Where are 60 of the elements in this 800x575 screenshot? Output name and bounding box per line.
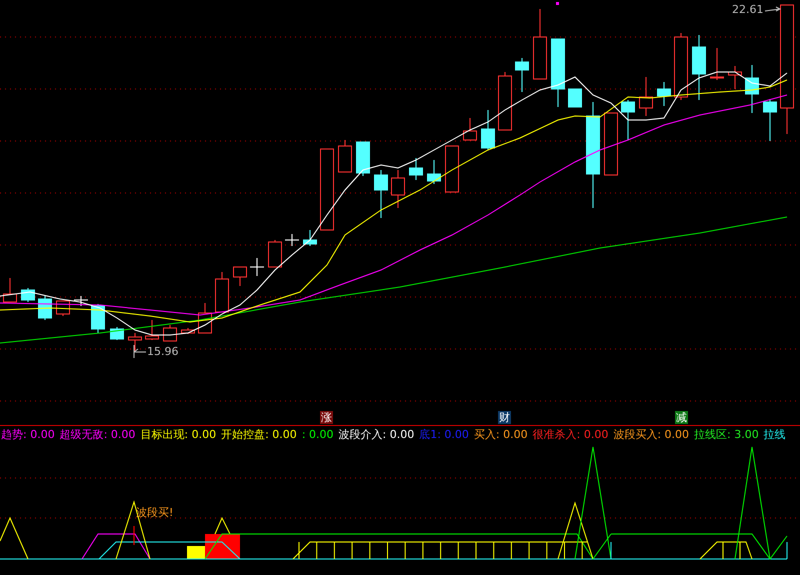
candlestick bbox=[268, 240, 282, 268]
candlestick bbox=[338, 140, 352, 172]
candlestick bbox=[38, 296, 52, 320]
candlestick bbox=[639, 76, 653, 116]
candlestick bbox=[409, 158, 423, 180]
candlestick bbox=[356, 142, 370, 176]
candlestick bbox=[198, 302, 212, 334]
candlestick bbox=[604, 112, 618, 176]
candlestick bbox=[391, 170, 405, 208]
candlestick bbox=[145, 320, 159, 340]
candlestick bbox=[463, 118, 477, 140]
indicator-value: 买入: 0.00 bbox=[474, 427, 528, 443]
candlestick bbox=[763, 98, 777, 142]
signal-marker: 减 bbox=[675, 411, 688, 424]
candlestick bbox=[21, 288, 35, 302]
candlestick bbox=[551, 38, 565, 108]
candlestick bbox=[515, 58, 529, 92]
indicator-value: 开始控盘: 0.00 bbox=[221, 427, 297, 443]
candlestick bbox=[445, 146, 459, 192]
candlestick bbox=[181, 328, 195, 334]
candlestick bbox=[3, 278, 17, 302]
indicator-value: 趋势: 0.00 bbox=[1, 427, 55, 443]
signal-marker: 财 bbox=[498, 411, 511, 424]
arrow-icon bbox=[764, 6, 782, 12]
candlestick bbox=[374, 170, 388, 218]
candlestick bbox=[568, 88, 582, 108]
indicator-value: 拉线 bbox=[764, 427, 786, 443]
signal-marker: 涨 bbox=[320, 411, 333, 424]
candlestick bbox=[284, 234, 300, 246]
candlestick bbox=[728, 66, 742, 90]
indicator-value: 很准杀入: 0.00 bbox=[532, 427, 608, 443]
candlestick bbox=[427, 160, 441, 184]
low-price-label: 15.96 bbox=[147, 345, 178, 358]
high-price-label: 22.61 bbox=[732, 3, 764, 16]
candlestick bbox=[657, 82, 671, 106]
candlestick bbox=[91, 304, 105, 334]
indicator-value: 目标出现: 0.00 bbox=[140, 427, 216, 443]
indicator-value: 波段买入: 0.00 bbox=[613, 427, 690, 443]
candlestick bbox=[128, 332, 142, 352]
candlestick bbox=[710, 48, 724, 80]
candlestick bbox=[674, 32, 688, 100]
indicator-value: 超级无敌: 0.00 bbox=[60, 427, 136, 443]
indicator-value: 波段介入: 0.00 bbox=[338, 427, 414, 443]
candlestick bbox=[745, 64, 759, 114]
candlestick bbox=[163, 324, 177, 342]
indicator-value: 拉线区: 3.00 bbox=[694, 427, 759, 443]
candlestick bbox=[233, 266, 247, 286]
candlestick bbox=[110, 326, 124, 340]
candlestick bbox=[498, 72, 512, 130]
candlestick bbox=[215, 272, 229, 312]
arrow-icon bbox=[134, 344, 146, 358]
candlestick bbox=[481, 110, 495, 150]
indicator-value: : 0.00 bbox=[302, 427, 334, 443]
indicator-value: 底1: 0.00 bbox=[419, 427, 469, 443]
candlestick bbox=[250, 258, 264, 276]
candlestick bbox=[692, 34, 706, 100]
candlestick bbox=[74, 296, 88, 306]
candlestick bbox=[533, 8, 547, 80]
candlestick bbox=[303, 230, 317, 246]
candlestick bbox=[621, 100, 635, 140]
